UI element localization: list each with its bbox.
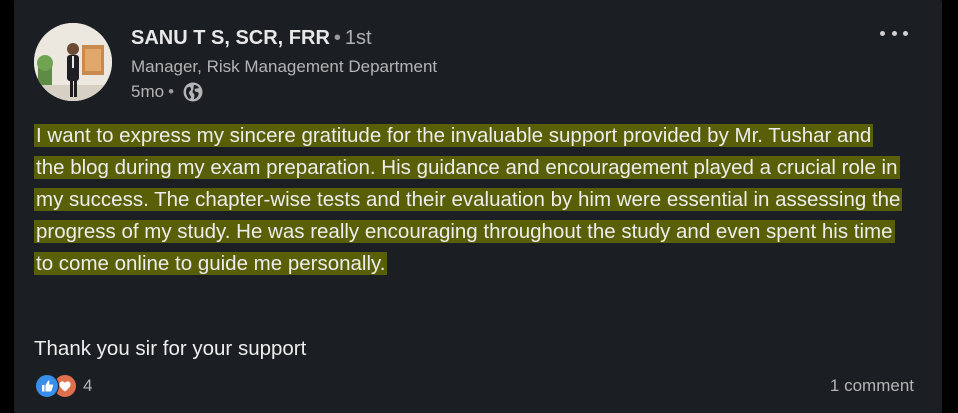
post-meta: 5mo • [131,81,204,103]
more-horizontal-icon [891,30,897,36]
like-icon [35,374,59,398]
author-name-line: SANU T S, SCR, FRR • 1st [131,27,372,50]
reaction-icons [35,374,79,398]
author-headline: Manager, Risk Management Department [131,57,438,76]
globe-icon [182,81,204,103]
connection-degree: 1st [344,27,372,49]
more-horizontal-icon [880,30,885,36]
avatar-photo-icon [34,23,112,101]
post-closing-text: Thank you sir for your support [34,337,307,360]
degree-separator: • [333,27,341,49]
reaction-count: 4 [83,376,93,395]
post-card: SANU T S, SCR, FRR • 1st Manager, Risk Man… [14,0,942,413]
post-time: 5mo [131,82,165,101]
comments-count-link[interactable]: 1 comment [830,376,914,396]
more-horizontal-icon [903,30,908,36]
avatar[interactable] [34,23,112,101]
reactions-summary[interactable]: 4 [35,374,92,398]
post-body: I want to express my sincere gratitude f… [34,120,904,280]
author-name[interactable]: SANU T S, SCR, FRR [131,27,330,49]
post-highlighted-text: I want to express my sincere gratitude f… [34,124,903,275]
more-options-button[interactable] [880,24,908,42]
meta-separator: • [168,82,175,101]
